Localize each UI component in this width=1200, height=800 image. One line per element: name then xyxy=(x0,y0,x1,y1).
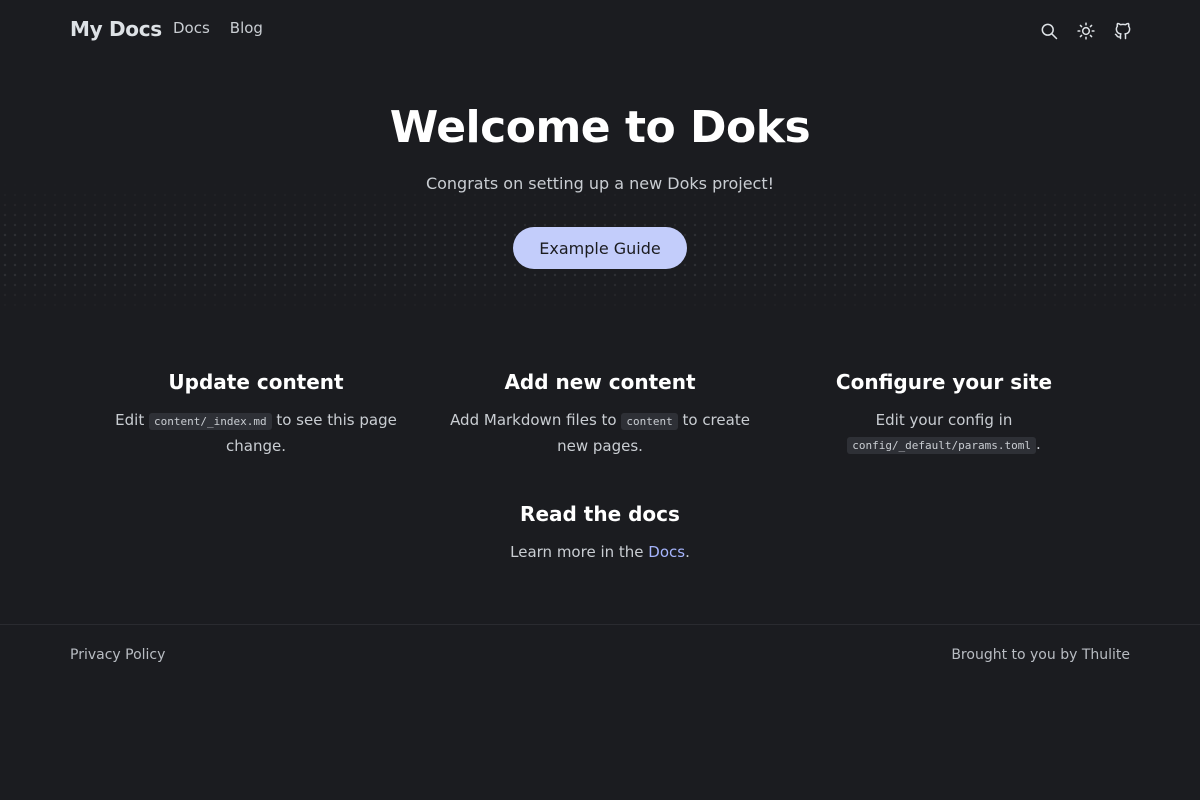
footer-credit: Brought to you by Thulite xyxy=(951,647,1130,663)
feature-title: Read the docs xyxy=(520,502,680,526)
feature-update-content: Update content Edit content/_index.md to… xyxy=(106,370,406,458)
feature-read-docs: Read the docs Learn more in the Docs. xyxy=(450,502,750,564)
privacy-policy-link[interactable]: Privacy Policy xyxy=(70,647,165,663)
main-nav: Docs Blog xyxy=(173,19,263,37)
header-actions xyxy=(1038,20,1134,42)
feature-text-before: Learn more in the xyxy=(510,543,649,561)
site-footer: Privacy Policy Brought to you by Thulite xyxy=(0,624,1200,800)
feature-text: Add Markdown files to content to create … xyxy=(450,408,750,458)
code-snippet: config/_default/params.toml xyxy=(847,437,1037,454)
feature-text-before: Edit xyxy=(115,411,149,429)
hero-title: Welcome to Doks xyxy=(389,102,811,153)
github-icon[interactable] xyxy=(1112,20,1134,42)
search-icon[interactable] xyxy=(1038,20,1060,42)
nav-link-blog[interactable]: Blog xyxy=(230,19,263,37)
code-snippet: content/_index.md xyxy=(148,413,272,430)
feature-configure-site: Configure your site Edit your config in … xyxy=(794,370,1094,458)
feature-text: Learn more in the Docs. xyxy=(450,540,750,564)
feature-add-new-content: Add new content Add Markdown files to co… xyxy=(450,370,750,458)
brand-link[interactable]: My Docs xyxy=(70,17,162,41)
feature-title: Update content xyxy=(168,370,344,394)
feature-text-before: Add Markdown files to xyxy=(450,411,622,429)
example-guide-button[interactable]: Example Guide xyxy=(513,227,687,269)
feature-text: Edit your config in config/_default/para… xyxy=(794,408,1094,458)
hero-section: Welcome to Doks Congrats on setting up a… xyxy=(0,60,1200,315)
feature-text-after: . xyxy=(685,543,690,561)
hero-subtitle: Congrats on setting up a new Doks projec… xyxy=(425,174,775,193)
nav-link-docs[interactable]: Docs xyxy=(173,19,210,37)
feature-text-before: Edit your config in xyxy=(875,411,1013,429)
code-snippet: content xyxy=(621,413,678,430)
sun-icon[interactable] xyxy=(1075,20,1097,42)
feature-text: Edit content/_index.md to see this page … xyxy=(106,408,406,458)
docs-link[interactable]: Docs xyxy=(648,543,685,561)
feature-title: Configure your site xyxy=(835,370,1053,394)
feature-text-after: . xyxy=(1036,435,1041,453)
feature-title: Add new content xyxy=(504,370,696,394)
site-header: My Docs Docs Blog xyxy=(0,0,1200,60)
